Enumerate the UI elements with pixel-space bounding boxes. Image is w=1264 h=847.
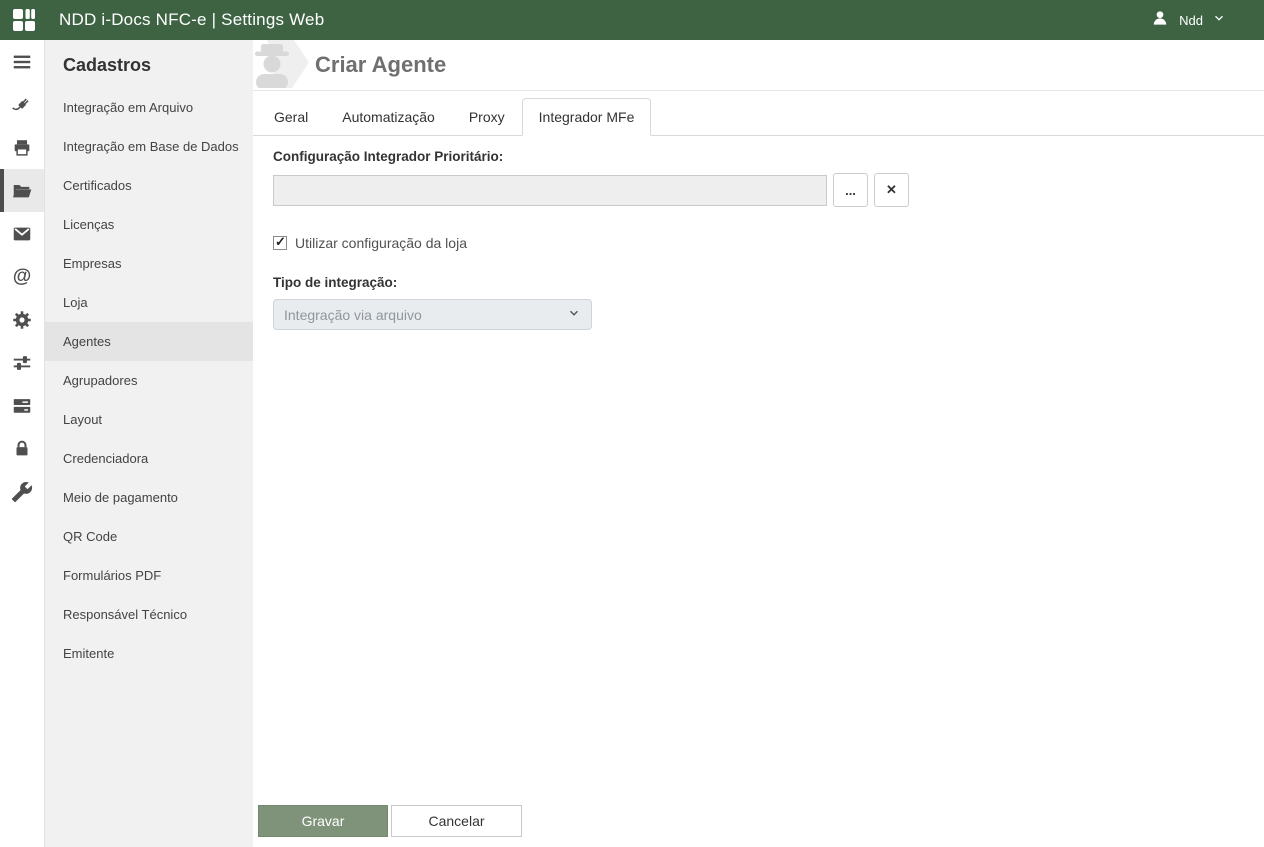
rail-item-menu[interactable] [0,40,44,83]
sidebar-cadastros: Cadastros Integração em Arquivo Integraç… [45,40,253,847]
integration-type-value: Integração via arquivo [284,307,422,323]
tab-automatizacao[interactable]: Automatização [325,98,452,136]
gear-icon [11,309,33,331]
tab-geral[interactable]: Geral [257,98,325,136]
save-button[interactable]: Gravar [258,805,388,837]
rail-item-tools[interactable] [0,470,44,513]
sidebar-item-integracao-base-dados[interactable]: Integração em Base de Dados [45,127,253,166]
sidebar-item-certificados[interactable]: Certificados [45,166,253,205]
sidebar-title: Cadastros [45,40,253,88]
app-logo-icon [12,8,36,32]
icon-rail [0,40,45,847]
sidebar-item-loja[interactable]: Loja [45,283,253,322]
sidebar-item-agrupadores[interactable]: Agrupadores [45,361,253,400]
rail-item-mail[interactable] [0,212,44,255]
browse-button[interactable]: ... [833,173,868,207]
menu-icon [11,51,33,73]
wrench-icon [11,481,33,503]
integration-type-label: Tipo de integração: [273,275,1244,290]
sidebar-item-empresas[interactable]: Empresas [45,244,253,283]
printer-icon [11,137,33,159]
top-bar: NDD i-Docs NFC-e | Settings Web Ndd [0,0,1264,40]
user-name: Ndd [1179,13,1203,28]
folder-open-icon [11,180,33,202]
priority-config-label: Configuração Integrador Prioritário: [273,149,1244,164]
user-menu[interactable]: Ndd [1150,8,1226,33]
sidebar-item-licencas[interactable]: Licenças [45,205,253,244]
tab-integrador-mfe[interactable]: Integrador MFe [522,98,652,136]
tab-bar: Geral Automatização Proxy Integrador MFe [253,91,1264,136]
rail-item-cadastros[interactable] [0,169,44,212]
integrador-mfe-panel: Configuração Integrador Prioritário: ...… [253,136,1264,343]
sidebar-item-credenciadora[interactable]: Credenciadora [45,439,253,478]
priority-config-input[interactable] [273,175,827,206]
rail-item-settings[interactable] [0,298,44,341]
rail-item-preferences[interactable] [0,341,44,384]
rail-item-printer[interactable] [0,126,44,169]
rail-item-email-config[interactable] [0,255,44,298]
sidebar-item-layout[interactable]: Layout [45,400,253,439]
sliders-icon [11,352,33,374]
user-icon [1150,8,1170,33]
clear-button[interactable]: ✕ [874,173,909,207]
at-sign-icon [13,266,32,288]
sidebar-item-qr-code[interactable]: QR Code [45,517,253,556]
lock-icon [11,438,33,460]
sidebar-item-agentes[interactable]: Agentes [45,322,253,361]
rail-item-services[interactable] [0,384,44,427]
tab-proxy[interactable]: Proxy [452,98,522,136]
page-header: Criar Agente [253,40,1264,91]
app-title: NDD i-Docs NFC-e | Settings Web [59,10,324,30]
server-icon [11,395,33,417]
store-config-checkbox-label: Utilizar configuração da loja [295,235,467,251]
select-chevron-down-icon [567,306,581,323]
sidebar-item-emitente[interactable]: Emitente [45,634,253,673]
chevron-down-icon [1212,11,1226,30]
envelope-icon [11,223,33,245]
sidebar-item-responsavel-tecnico[interactable]: Responsável Técnico [45,595,253,634]
form-actions: Gravar Cancelar [258,805,522,837]
sidebar-item-integracao-arquivo[interactable]: Integração em Arquivo [45,88,253,127]
rail-item-security[interactable] [0,427,44,470]
integration-type-select[interactable]: Integração via arquivo [273,299,592,330]
main-content: Criar Agente Geral Automatização Proxy I… [253,40,1264,847]
cancel-button[interactable]: Cancelar [391,805,522,837]
sidebar-item-formularios-pdf[interactable]: Formulários PDF [45,556,253,595]
plug-icon [11,94,33,116]
agent-breadcrumb-icon [253,40,315,91]
sidebar-item-meio-pagamento[interactable]: Meio de pagamento [45,478,253,517]
store-config-checkbox[interactable] [273,236,287,250]
page-title: Criar Agente [315,52,446,78]
rail-item-plug[interactable] [0,83,44,126]
